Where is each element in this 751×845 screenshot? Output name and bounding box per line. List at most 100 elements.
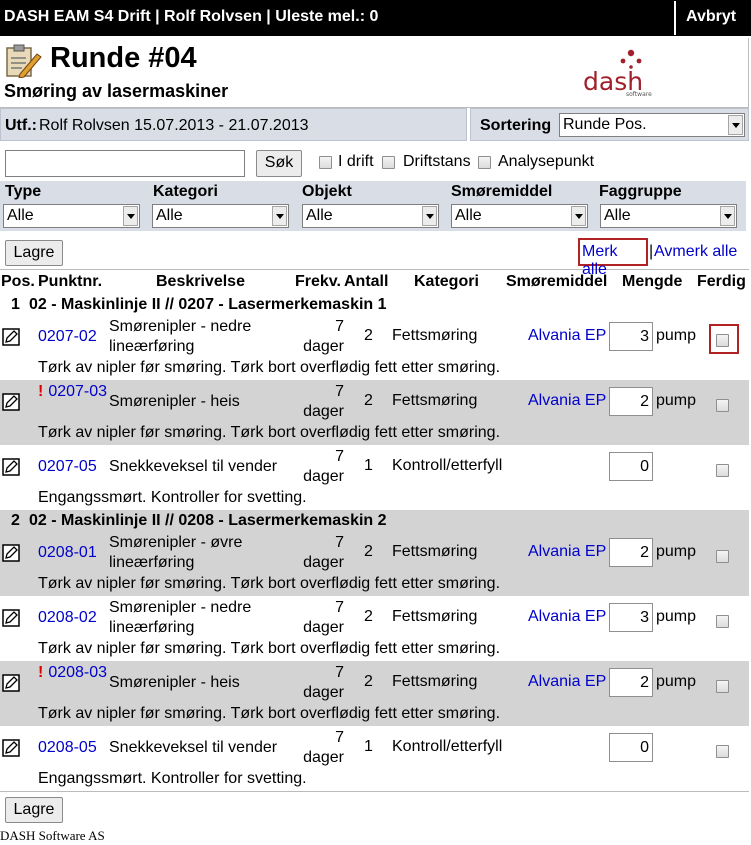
lubricant-link[interactable]: Alvania EP xyxy=(528,327,606,345)
analysepunkt-checkbox[interactable] xyxy=(478,156,491,169)
quantity-input[interactable]: 3 xyxy=(609,322,653,351)
table-row: ! 0207-03 Smørenipler - heis 7 dager 2 Fet… xyxy=(0,380,749,445)
analysepunkt-label: Analysepunkt xyxy=(498,153,595,170)
col-pos: Pos. xyxy=(1,273,35,290)
filter-type-label: Type xyxy=(5,183,42,200)
dash-logo: dash software xyxy=(583,49,652,96)
row-frequency: 7 dager xyxy=(303,599,344,636)
filter-type-select[interactable]: Alle xyxy=(3,204,140,228)
mark-all-link[interactable]: Merk alle xyxy=(578,238,648,278)
punktnr-link[interactable]: 0208-02 xyxy=(38,608,97,628)
quantity-input[interactable]: 2 xyxy=(609,668,653,697)
page-title: Runde #04 xyxy=(50,42,197,74)
row-description: Smørenipler - nedre lineærføring xyxy=(109,599,252,636)
top-bar: DASH EAM S4 Drift | Rolf Rolvsen | Ulest… xyxy=(0,0,751,36)
punktnr-link[interactable]: 0208-05 xyxy=(38,738,97,758)
col-ferdig: Ferdig xyxy=(697,273,746,290)
row-frequency: 7 dager xyxy=(303,448,344,485)
abort-button[interactable]: Avbryt xyxy=(686,8,736,26)
row-count: 2 xyxy=(364,673,373,690)
search-button[interactable]: Søk xyxy=(256,150,302,177)
table-row: ! 0208-03 Smørenipler - heis 7 dager 2 Fet… xyxy=(0,661,749,726)
ferdig-checkbox[interactable] xyxy=(716,745,729,758)
row-category: Fettsmøring xyxy=(392,327,478,344)
group-number: 2 xyxy=(11,512,20,529)
filter-kategori-select[interactable]: Alle xyxy=(152,204,289,228)
row-description: Snekkeveksel til vender xyxy=(109,458,278,475)
quantity-input[interactable]: 3 xyxy=(609,603,653,632)
quantity-input[interactable]: 2 xyxy=(609,387,653,416)
quantity-input[interactable]: 0 xyxy=(609,733,653,762)
page-subtitle: Smøring av lasermaskiner xyxy=(4,81,229,101)
edit-icon[interactable] xyxy=(2,739,20,757)
row-frequency: 7 dager xyxy=(303,383,344,420)
search-input[interactable] xyxy=(5,150,245,177)
edit-icon[interactable] xyxy=(2,609,20,627)
punktnr-link[interactable]: 0207-05 xyxy=(38,457,97,477)
edit-icon[interactable] xyxy=(2,328,20,346)
lubricant-link[interactable]: Alvania EP xyxy=(528,673,606,691)
row-category: Fettsmøring xyxy=(392,673,478,690)
action-bar: Lagre Merk alle | Avmerk alle xyxy=(0,234,749,278)
sort-select[interactable]: Runde Pos. xyxy=(559,113,745,137)
chevron-down-icon xyxy=(571,206,586,226)
col-punktnr: Punktnr. xyxy=(38,273,103,290)
row-note: Engangssmørt. Kontroller for svetting. xyxy=(38,489,307,506)
quantity-input[interactable]: 2 xyxy=(609,538,653,567)
page-header: Runde #04 Smøring av lasermaskiner dash … xyxy=(0,38,749,108)
ferdig-checkbox[interactable] xyxy=(716,399,729,412)
edit-icon[interactable] xyxy=(2,458,20,476)
sort-label: Sortering xyxy=(480,117,552,134)
punktnr-link[interactable]: ! 0207-03 xyxy=(38,382,110,402)
row-category: Kontroll/etterfyll xyxy=(392,457,503,474)
save-button[interactable]: Lagre xyxy=(5,240,63,266)
row-description: Snekkeveksel til vender xyxy=(109,739,278,756)
ferdig-checkbox[interactable] xyxy=(716,615,729,628)
ferdig-checkbox[interactable] xyxy=(716,334,729,347)
filter-faggruppe-select[interactable]: Alle xyxy=(600,204,737,228)
quantity-input[interactable]: 0 xyxy=(609,452,653,481)
filter-smoremiddel-select[interactable]: Alle xyxy=(451,204,588,228)
filter-bar: Type Alle Kategori Alle Objekt Alle Smør… xyxy=(0,181,746,231)
row-frequency: 7 dager xyxy=(303,318,344,355)
lubricant-link[interactable]: Alvania EP xyxy=(528,392,606,410)
filter-objekt-select[interactable]: Alle xyxy=(302,204,439,228)
lubricant-link[interactable]: Alvania EP xyxy=(528,608,606,626)
row-frequency: 7 dager xyxy=(303,729,344,766)
unmark-all-link[interactable]: Avmerk alle xyxy=(654,243,737,261)
row-count: 2 xyxy=(364,543,373,560)
chevron-down-icon xyxy=(728,115,743,135)
punktnr-link[interactable]: 0207-02 xyxy=(38,327,97,347)
ferdig-checkbox[interactable] xyxy=(716,550,729,563)
row-category: Fettsmøring xyxy=(392,608,478,625)
filter-faggruppe-label: Faggruppe xyxy=(599,183,682,200)
row-note: Tørk av nipler før smøring. Tørk bort ov… xyxy=(38,640,501,657)
row-note: Tørk av nipler før smøring. Tørk bort ov… xyxy=(38,705,501,722)
row-unit: pump xyxy=(656,327,697,344)
driftstans-checkbox[interactable] xyxy=(382,156,395,169)
row-description: Smørenipler - nedre lineærføring xyxy=(109,318,252,355)
row-description: Smørenipler - øvre lineærføring xyxy=(109,534,243,571)
filter-smoremiddel-label: Smøremiddel xyxy=(451,183,553,200)
edit-icon[interactable] xyxy=(2,544,20,562)
row-frequency: 7 dager xyxy=(303,664,344,701)
group-title: 02 - Maskinlinje II // 0207 - Lasermerke… xyxy=(29,296,387,313)
punktnr-link[interactable]: 0208-01 xyxy=(38,543,97,563)
chevron-down-icon xyxy=(422,206,437,226)
sort-panel: Sortering Runde Pos. xyxy=(470,108,749,141)
ferdig-checkbox[interactable] xyxy=(716,680,729,693)
table-row: 0208-02 Smørenipler - nedre lineærføring… xyxy=(0,596,749,661)
edit-icon[interactable] xyxy=(2,674,20,692)
table-row: 0208-01 Smørenipler - øvre lineærføring … xyxy=(0,531,749,596)
chevron-down-icon xyxy=(123,206,138,226)
row-category: Fettsmøring xyxy=(392,543,478,560)
ferdig-checkbox[interactable] xyxy=(716,464,729,477)
svg-text:software: software xyxy=(626,91,652,96)
i-drift-checkbox[interactable] xyxy=(319,156,332,169)
col-kategori: Kategori xyxy=(414,273,479,290)
lubricant-link[interactable]: Alvania EP xyxy=(528,543,606,561)
col-antall: Antall xyxy=(344,273,389,290)
punktnr-link[interactable]: ! 0208-03 xyxy=(38,663,110,683)
save-button-bottom[interactable]: Lagre xyxy=(5,797,63,823)
edit-icon[interactable] xyxy=(2,393,20,411)
